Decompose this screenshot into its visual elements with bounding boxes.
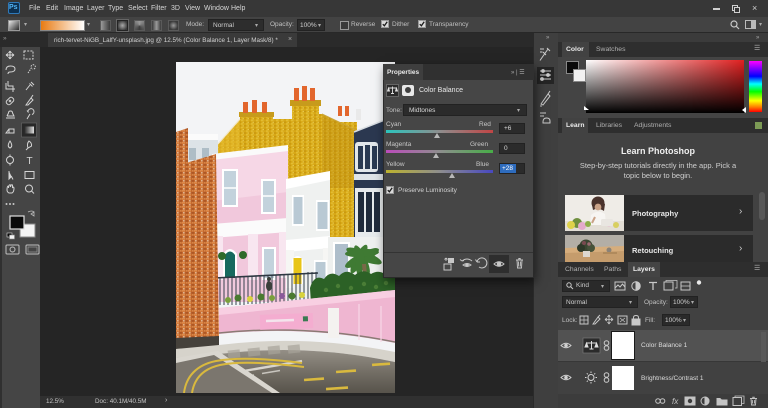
svg-text:T: T: [27, 156, 33, 167]
svg-text:fx: fx: [672, 397, 679, 406]
